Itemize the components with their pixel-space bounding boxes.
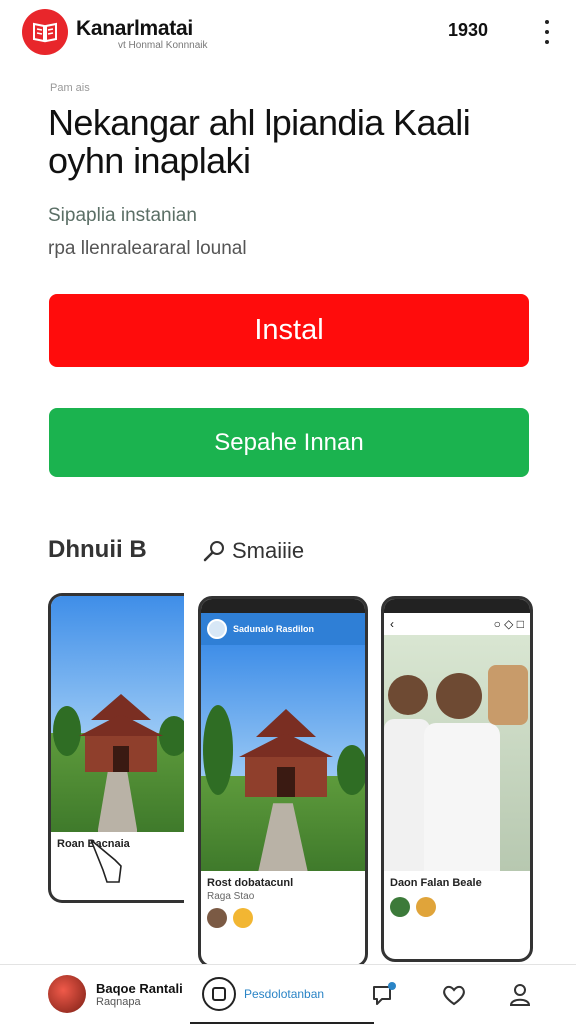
app-subtitle: vt Honmal Konnnaik — [118, 40, 208, 51]
secondary-action-button[interactable]: Sepahe Innan — [49, 408, 529, 477]
temple-scene-image — [51, 596, 184, 832]
profile-name: Baqoe Rantali — [96, 980, 183, 996]
page-title: Nekangar ahl lpiandia Kaali oyhn inaplak… — [48, 102, 471, 181]
chat-icon[interactable] — [370, 981, 398, 1009]
search-label: Smaiiie — [232, 538, 305, 563]
nav-tab-active[interactable]: Pesdolotanban — [190, 965, 374, 1024]
top-bar: Kanarlmatai vt Honmal Konnnaik 1930 — [0, 0, 576, 64]
profile-entry[interactable]: Baqoe Rantali Raqnapa — [48, 975, 183, 1013]
more-options-icon[interactable] — [538, 20, 556, 44]
back-icon: ‹ — [390, 617, 394, 631]
bottom-navigation: Baqoe Rantali Raqnapa Pesdolotanban — [0, 964, 576, 1024]
avatar — [390, 897, 410, 917]
tablet-icon — [202, 976, 236, 1011]
profile-icon[interactable] — [506, 981, 534, 1009]
avatar — [207, 619, 227, 639]
card-caption: Rost dobatacunl — [207, 877, 294, 889]
screenshot-card-3[interactable]: ‹ ○ ◇ □ Daon Falan Beale — [381, 596, 533, 962]
card-header-text: Sadunalo Rasdilon — [233, 624, 315, 634]
card-caption: Daon Falan Beale — [390, 877, 482, 889]
card-subcaption: Raga Stao — [207, 891, 255, 902]
screenshot-card-2[interactable]: Sadunalo Rasdilon Rost dobatacunl Raga S… — [198, 596, 368, 968]
nav-tab-label: Pesdolotanban — [244, 986, 325, 1001]
search-link[interactable]: Smaiiie — [202, 538, 304, 564]
avatar — [416, 897, 436, 917]
card-toolbar: ‹ ○ ◇ □ — [384, 613, 530, 635]
card-actions — [384, 891, 530, 923]
search-icon — [203, 541, 224, 562]
temple-scene-image — [201, 645, 365, 871]
app-name: Kanarlmatai — [76, 17, 193, 40]
avatar — [48, 975, 86, 1013]
card-actions — [201, 902, 365, 934]
screenshot-card-1[interactable]: Roan Bacnaia — [48, 593, 184, 903]
book-icon — [33, 22, 57, 43]
section-heading: Dhnuii B — [48, 536, 147, 563]
install-button[interactable]: Instal — [49, 294, 529, 367]
subtitle-primary: Sipaplia instanian — [48, 205, 197, 226]
heart-icon[interactable] — [440, 981, 468, 1009]
meta-label: Pam ais — [50, 82, 90, 94]
people-photo — [384, 635, 530, 871]
subtitle-secondary: rpa llenraleararal lounal — [48, 238, 247, 259]
avatar — [207, 908, 227, 928]
status-time: 1930 — [448, 20, 489, 40]
coin-icon — [233, 908, 253, 928]
card-header: Sadunalo Rasdilon — [201, 613, 365, 645]
profile-subtitle: Raqnapa — [96, 995, 141, 1008]
hand-pointer-icon — [90, 839, 122, 883]
toolbar-icons: ○ ◇ □ — [493, 617, 524, 631]
app-logo — [22, 9, 68, 55]
